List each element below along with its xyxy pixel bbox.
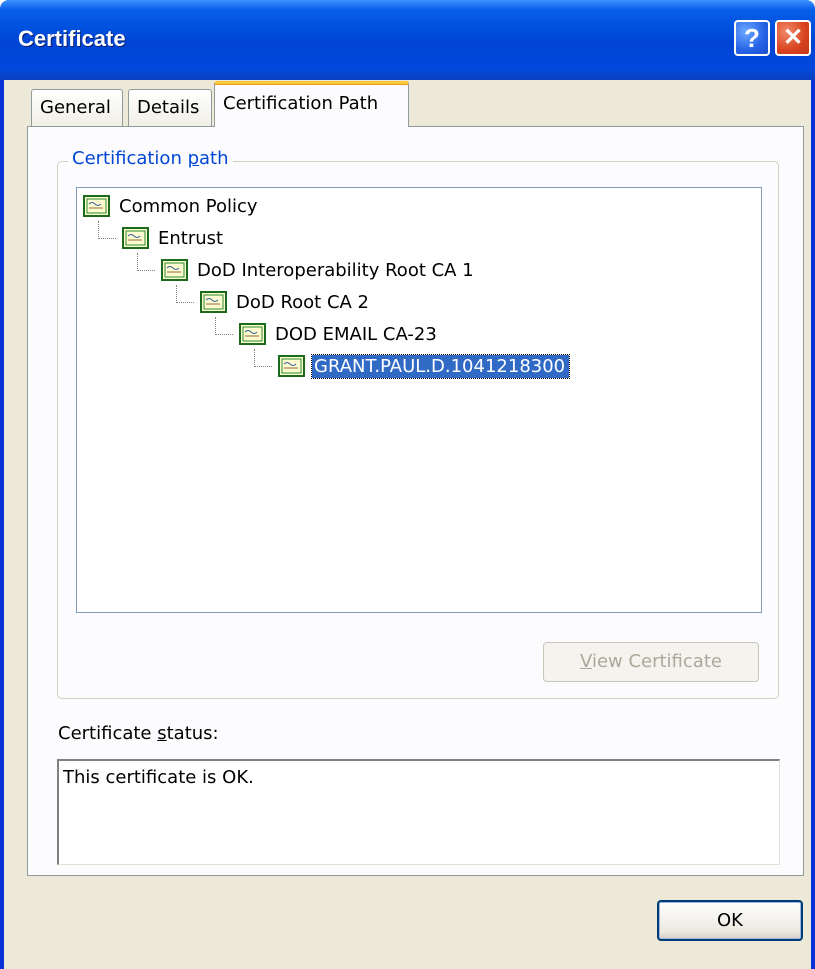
certificate-status-label: Certificate status: xyxy=(58,723,219,744)
tree-connector xyxy=(176,285,194,303)
certificate-icon xyxy=(239,323,266,345)
tab-details[interactable]: Details xyxy=(128,89,212,127)
close-button[interactable]: ✕ xyxy=(775,20,811,56)
tab-certification-path[interactable]: Certification Path xyxy=(214,81,409,127)
certificate-icon xyxy=(278,355,305,377)
tree-node-label: DOD EMAIL CA-23 xyxy=(275,323,437,345)
tree-node-dod-interoperability-root-ca-1[interactable]: DoD Interoperability Root CA 1 xyxy=(161,255,478,285)
tree-connector xyxy=(254,349,272,367)
certificate-icon xyxy=(161,259,188,281)
help-icon: ? xyxy=(744,23,760,53)
tree-node-common-policy[interactable]: Common Policy xyxy=(83,191,262,221)
certificate-status-text[interactable]: This certificate is OK. xyxy=(57,759,780,865)
tree-connector xyxy=(137,253,155,271)
certification-path-legend: Certification path xyxy=(68,148,233,169)
tab-panel: Certification path Common Policy Entrust xyxy=(27,126,804,876)
certificate-dialog: Certificate ? ✕ General Details Certific… xyxy=(0,0,815,969)
close-icon: ✕ xyxy=(782,24,804,51)
dialog-client-area: General Details Certification Path Certi… xyxy=(4,80,811,969)
help-button[interactable]: ? xyxy=(734,20,770,56)
window-title: Certificate xyxy=(18,26,126,51)
tree-node-label: DoD Interoperability Root CA 1 xyxy=(197,259,474,281)
tree-connector xyxy=(98,221,116,239)
tree-node-entrust[interactable]: Entrust xyxy=(122,223,227,253)
tree-node-dod-root-ca-2[interactable]: DoD Root CA 2 xyxy=(200,287,373,317)
certificate-icon xyxy=(200,291,227,313)
tree-node-label: Entrust xyxy=(158,227,224,249)
tab-general[interactable]: General xyxy=(31,89,123,127)
certification-path-group: Certification path Common Policy Entrust xyxy=(57,148,779,699)
tree-node-dod-email-ca-23[interactable]: DOD EMAIL CA-23 xyxy=(239,319,441,349)
certificate-icon xyxy=(122,227,149,249)
tree-connector xyxy=(215,317,233,335)
certificate-icon xyxy=(83,195,110,217)
tree-node-label: GRANT.PAUL.D.1041218300 xyxy=(310,353,571,379)
certification-path-tree[interactable]: Common Policy Entrust DoD Interoperabili… xyxy=(76,187,762,613)
tree-node-label: DoD Root CA 2 xyxy=(236,291,370,313)
ok-button[interactable]: OK xyxy=(657,900,803,941)
tree-node-grant-paul[interactable]: GRANT.PAUL.D.1041218300 xyxy=(278,351,571,381)
view-certificate-button[interactable]: View Certificate xyxy=(543,642,759,682)
tree-node-label: Common Policy xyxy=(119,195,258,217)
title-bar[interactable]: Certificate ? ✕ xyxy=(0,0,815,80)
